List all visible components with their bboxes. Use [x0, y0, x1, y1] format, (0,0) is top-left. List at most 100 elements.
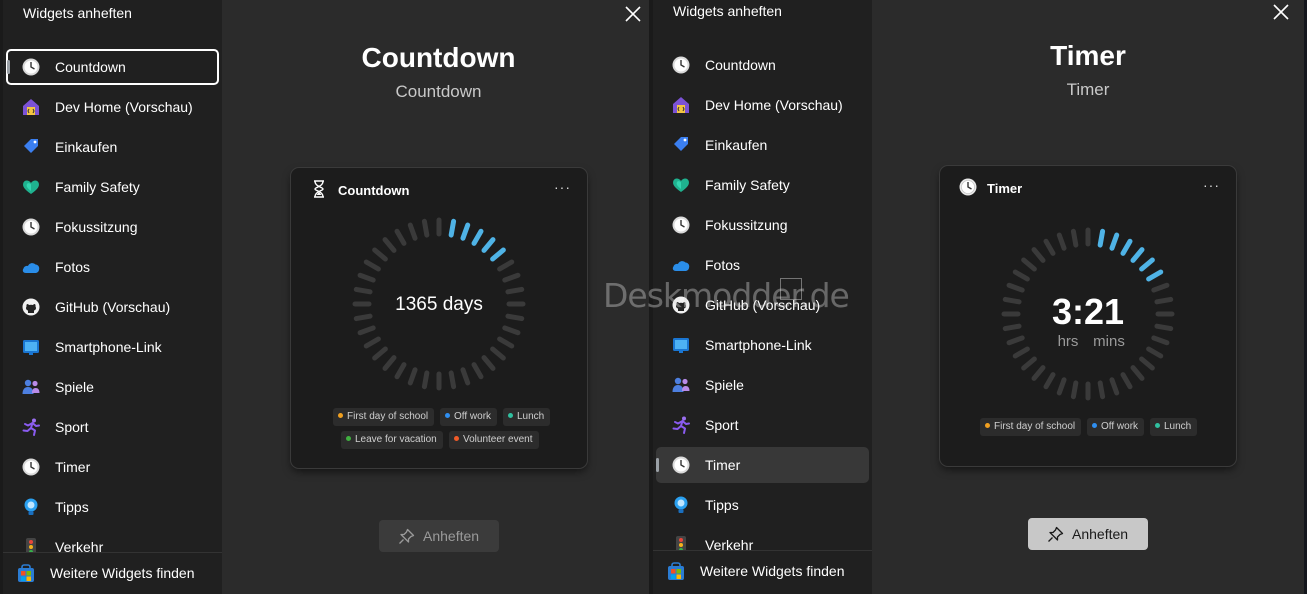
event-chip: Off work	[440, 408, 498, 426]
ring-tick	[1120, 372, 1133, 390]
event-color-dot	[338, 413, 343, 418]
sidebar-item-timer[interactable]: Timer	[656, 447, 869, 483]
find-more-widgets-label: Weitere Widgets finden	[50, 565, 195, 581]
phone-link-icon	[673, 338, 689, 353]
ring-tick	[505, 313, 525, 322]
event-label: Lunch	[517, 411, 545, 422]
event-label: Off work	[1101, 421, 1139, 432]
widget-sidebar: Widgets anheften Countdown Dev Home (Vors…	[3, 0, 222, 594]
sidebar-item-fotos[interactable]: Fotos	[6, 249, 219, 285]
sidebar-item-family-safety[interactable]: Family Safety	[656, 167, 869, 203]
sidebar-item-label: Timer	[705, 457, 741, 473]
event-chip: Lunch	[503, 408, 551, 426]
ring-tick	[407, 367, 418, 386]
sidebar-item-label: Einkaufen	[705, 137, 768, 153]
sidebar-item-spiele[interactable]: Spiele	[6, 369, 219, 405]
sidebar-item-sport[interactable]: Sport	[656, 407, 869, 443]
pin-button[interactable]: Anheften	[1028, 518, 1148, 550]
sidebar-item-countdown[interactable]: Countdown	[656, 47, 869, 83]
find-more-widgets-button[interactable]: Weitere Widgets finden	[653, 550, 872, 592]
selection-indicator	[656, 458, 659, 472]
sidebar-item-label: Dev Home (Vorschau)	[705, 97, 843, 113]
sidebar-item-einkaufen[interactable]: Einkaufen	[6, 129, 219, 165]
widget-list[interactable]: Countdown Dev Home (Vorschau) Einkaufen Fam…	[653, 0, 872, 552]
sidebar-item-verkehr[interactable]: Verkehr	[6, 529, 219, 552]
pin-widget-dialog-timer: Widgets anheften Countdown Dev Home (Vors…	[653, 0, 1304, 594]
event-color-dot	[346, 436, 351, 441]
sidebar-item-dev-home-vorschau[interactable]: Dev Home (Vorschau)	[6, 89, 219, 125]
close-icon[interactable]	[623, 4, 643, 24]
ring-tick	[1012, 269, 1030, 282]
sidebar-item-einkaufen[interactable]: Einkaufen	[656, 127, 869, 163]
clock-icon	[672, 216, 690, 234]
widget-subtitle: Countdown	[395, 82, 482, 101]
ring-tick	[1031, 365, 1046, 381]
sidebar-item-spiele[interactable]: Spiele	[656, 367, 869, 403]
sidebar-item-label: Einkaufen	[55, 139, 118, 155]
phone-link-icon	[23, 340, 39, 355]
sidebar-item-tipps[interactable]: Tipps	[656, 487, 869, 523]
sidebar-item-family-safety[interactable]: Family Safety	[6, 169, 219, 205]
sidebar-item-dev-home-vorschau[interactable]: Dev Home (Vorschau)	[656, 87, 869, 123]
sidebar-item-label: Tipps	[705, 497, 739, 513]
clock-icon	[672, 456, 690, 474]
sidebar-item-label: Sport	[55, 419, 89, 435]
timer-progress-ring: 3:21 hrs mins	[1001, 227, 1175, 401]
countdown-widget-preview: Countdown ··· 1365 days First day of sch…	[291, 168, 587, 468]
lightbulb-icon	[24, 498, 38, 515]
card-title: Countdown	[338, 183, 410, 198]
sidebar-item-fokussitzung[interactable]: Fokussitzung	[6, 209, 219, 245]
sidebar-item-label: GitHub (Vorschau)	[55, 299, 171, 315]
ring-tick	[1151, 282, 1170, 293]
shopping-tag-icon	[674, 137, 688, 151]
ring-tick	[1070, 228, 1079, 248]
event-label: Off work	[454, 411, 492, 422]
ring-tick	[502, 272, 521, 283]
sidebar-item-fotos[interactable]: Fotos	[656, 247, 869, 283]
event-chip: First day of school	[980, 418, 1082, 436]
clock-icon	[22, 218, 40, 236]
sidebar-item-github-vorschau[interactable]: GitHub (Vorschau)	[6, 289, 219, 325]
pin-button[interactable]: Anheften	[379, 520, 499, 552]
widget-sidebar: Widgets anheften Countdown Dev Home (Vors…	[653, 0, 872, 594]
sidebar-item-label: Spiele	[55, 379, 94, 395]
sidebar-item-label: Tipps	[55, 499, 89, 515]
sidebar-item-label: Smartphone-Link	[705, 337, 812, 353]
sidebar-item-verkehr[interactable]: Verkehr	[656, 527, 869, 552]
ring-tick	[394, 228, 407, 246]
sidebar-item-countdown[interactable]: Countdown	[6, 49, 219, 85]
find-more-widgets-button[interactable]: Weitere Widgets finden	[3, 552, 222, 594]
clock-icon	[672, 56, 690, 74]
sidebar-item-smartphone-link[interactable]: Smartphone-Link	[6, 329, 219, 365]
ring-tick	[1139, 356, 1155, 371]
more-options-icon[interactable]: ···	[554, 179, 571, 195]
sidebar-item-tipps[interactable]: Tipps	[6, 489, 219, 525]
ring-tick	[502, 325, 521, 336]
ring-tick	[421, 370, 430, 390]
sidebar-item-label: Family Safety	[55, 179, 140, 195]
sidebar-item-sport[interactable]: Sport	[6, 409, 219, 445]
ring-tick	[1120, 238, 1133, 256]
cloud-icon	[672, 261, 690, 271]
ring-tick	[481, 355, 496, 371]
close-icon[interactable]	[1271, 2, 1291, 22]
sidebar-item-label: Verkehr	[55, 539, 104, 552]
countdown-progress-ring: 1365 days	[352, 217, 526, 391]
pin-icon	[1048, 526, 1064, 542]
clock-icon	[959, 178, 977, 196]
timer-hours-unit: hrs	[1058, 333, 1079, 350]
sidebar-item-smartphone-link[interactable]: Smartphone-Link	[656, 327, 869, 363]
widget-list[interactable]: Countdown Dev Home (Vorschau) Einkaufen Fam…	[3, 0, 222, 552]
widget-title: Timer	[1050, 40, 1126, 71]
sidebar-item-timer[interactable]: Timer	[6, 449, 219, 485]
store-icon	[18, 564, 34, 582]
sidebar-item-fokussitzung[interactable]: Fokussitzung	[656, 207, 869, 243]
shopping-tag-icon	[24, 139, 38, 153]
ring-tick	[421, 218, 430, 238]
more-options-icon[interactable]: ···	[1203, 177, 1220, 193]
card-title: Timer	[987, 181, 1023, 196]
ring-tick	[1056, 377, 1067, 396]
ring-tick	[1006, 282, 1025, 293]
sidebar-item-github-vorschau[interactable]: GitHub (Vorschau)	[656, 287, 869, 323]
ring-tick	[505, 286, 525, 295]
